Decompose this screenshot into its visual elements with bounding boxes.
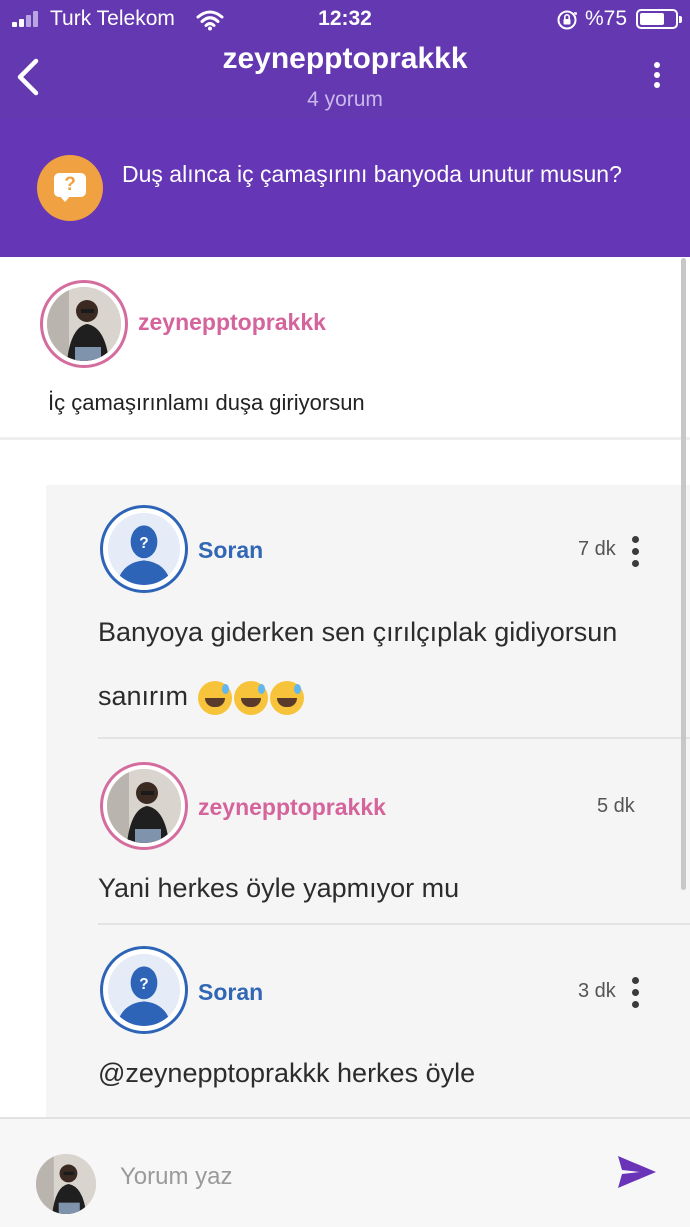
more-options-icon[interactable] [650,62,664,90]
comment-body: Banyoya giderken sen çırılçıplak gidiyor… [98,617,618,711]
comment-input[interactable] [120,1159,580,1195]
comment-more-icon[interactable] [632,977,642,1013]
comment-more-icon[interactable] [632,536,642,572]
avatar[interactable] [40,280,128,368]
comment-text: Yani herkes öyle yapmıyor mu [98,873,460,903]
rotation-lock-icon [557,10,577,30]
comment-text: Banyoya giderken sen çırılçıplak gidiyor… [98,600,618,728]
question-bubble-icon: ? [37,155,103,221]
status-bar: Turk Telekom 12:32 %75 [0,0,690,38]
comment-divider [98,923,690,925]
comment-author[interactable]: Soran [198,979,263,1006]
battery-icon [636,9,682,29]
original-answer: zeynepptoprakkk İç çamaşırınlamı duşa gi… [0,257,690,440]
anonymous-user-icon: ? [108,954,180,1029]
question-banner: ? Duş alınca iç çamaşırını banyoda unutu… [0,118,690,257]
comment-divider [98,737,690,739]
post-author[interactable]: zeynepptoprakkk [138,309,326,336]
page-title: zeynepptoprakkk [222,42,468,75]
avatar[interactable] [100,762,188,850]
comment-time: 3 dk [578,980,616,1002]
anonymous-user-icon: ? [108,513,180,588]
sweat-smile-emoji-icon: 😅 [269,680,304,715]
comment-count: 4 yorum [307,88,383,111]
post-text: İç çamaşırınlamı duşa giriyorsun [48,390,365,415]
comment-author[interactable]: zeynepptoprakkk [198,794,386,821]
sweat-smile-emoji-icon: 😅 [233,680,268,715]
comment-time: 7 dk [578,538,616,560]
sweat-smile-emoji-icon: 😅 [197,680,232,715]
scrollbar[interactable] [681,258,686,890]
send-icon[interactable] [616,1153,658,1191]
svg-text:?: ? [139,976,148,993]
profile-photo [36,1154,96,1214]
comment-composer [0,1117,690,1227]
svg-text:?: ? [139,535,148,552]
avatar[interactable]: ? [100,946,188,1034]
comment-time: 5 dk [597,795,635,817]
comment-author[interactable]: Soran [198,537,263,564]
question-text: Duş alınca iç çamaşırını banyoda unutur … [122,161,622,187]
profile-photo [47,287,121,361]
avatar [36,1154,96,1214]
avatar[interactable]: ? [100,505,188,593]
comment-text: @zeynepptoprakkk herkes öyle [98,1058,476,1088]
profile-photo [107,769,181,843]
comment-thread: ? Soran 7 dk Banyoya giderken sen çırılç… [46,485,690,1118]
battery-percent: %75 [585,7,628,30]
top-bar: Turk Telekom 12:32 %75 zeynepptoprakkk 4… [0,0,690,118]
